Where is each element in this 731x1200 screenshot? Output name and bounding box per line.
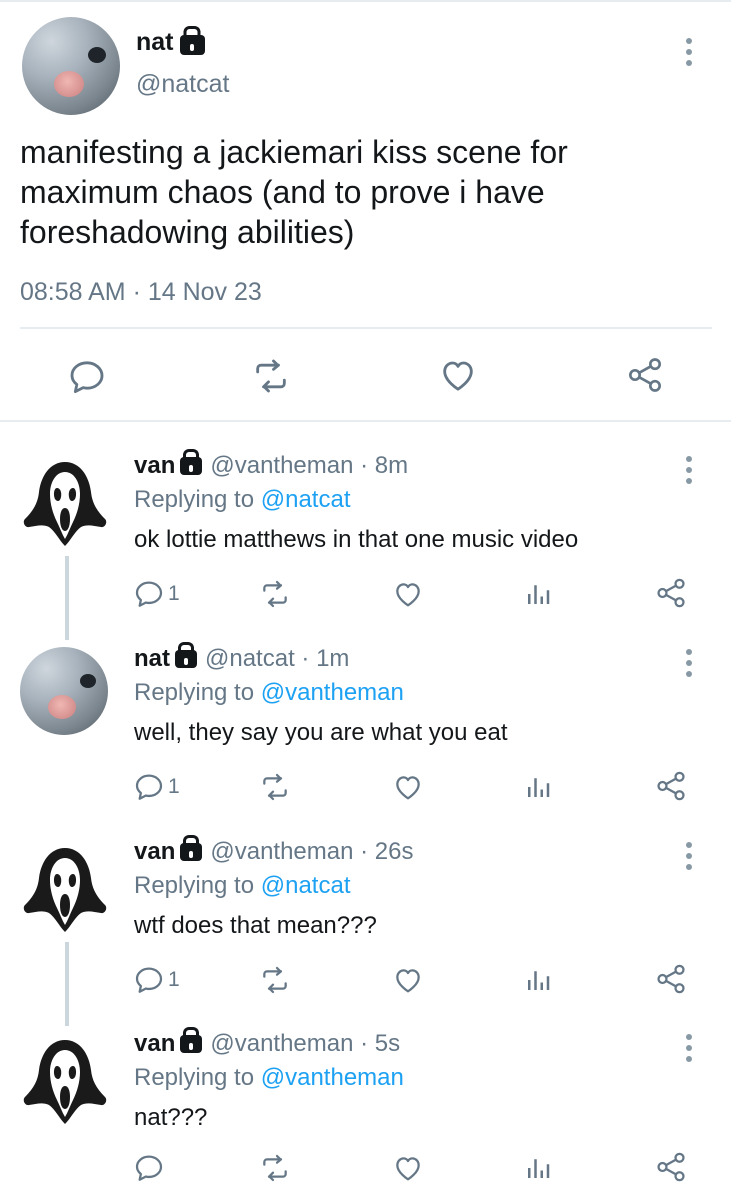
replying-to: Replying to @natcat [134,486,351,514]
lock-icon [179,35,205,56]
analytics-icon[interactable] [523,1152,553,1184]
mention-link[interactable]: @vantheman [261,679,404,706]
heart-icon[interactable] [391,578,425,610]
section-divider [0,420,731,422]
reply-header: van @vantheman · 26s [134,838,414,866]
reply-text: ok lottie matthews in that one music vid… [134,526,579,553]
mention-link[interactable]: @natcat [261,486,351,513]
author-handle-time[interactable]: @natcat · 1m [205,645,349,672]
avatar[interactable] [20,647,108,735]
thread-line [65,556,69,640]
lock-icon [180,457,203,475]
replying-label: Replying to [134,679,261,706]
lock-icon [180,1035,203,1053]
more-vertical-icon[interactable] [679,1034,699,1062]
more-vertical-icon[interactable] [679,38,699,66]
share-icon[interactable] [624,355,666,395]
lock-icon [175,650,197,668]
avatar[interactable] [22,1036,108,1128]
reply-count: 1 [168,775,180,798]
avatar-nose [48,695,76,719]
share-icon[interactable] [654,769,688,803]
replying-to: Replying to @natcat [134,872,351,900]
reply-header: van @vantheman · 8m [134,452,408,480]
retweet-icon[interactable] [258,964,292,996]
more-vertical-icon[interactable] [679,842,699,870]
retweet-icon[interactable] [258,771,292,803]
tweet-text: manifesting a jackiemari kiss scene for … [20,134,568,250]
heart-icon[interactable] [391,964,425,996]
author-name-text[interactable]: nat [136,28,174,56]
replying-label: Replying to [134,486,261,513]
share-icon[interactable] [654,576,688,610]
replying-to: Replying to @vantheman [134,679,404,707]
retweet-icon[interactable] [250,356,292,396]
author-handle-time[interactable]: @vantheman · 5s [210,1030,400,1057]
reply-text: wtf does that mean??? [134,912,377,939]
heart-icon[interactable] [391,771,425,803]
author-name[interactable]: van [134,1030,175,1057]
thread-line [65,942,69,1026]
analytics-icon[interactable] [523,964,553,996]
reply-tweet[interactable]: van @vantheman · 8m Replying to @natcat o… [0,440,731,640]
comment-icon[interactable] [132,578,166,610]
tweet-timestamp[interactable]: 08:58 AM · 14 Nov 23 [20,278,262,307]
avatar-nose [54,71,84,97]
avatar-eye [80,674,96,688]
mention-link[interactable]: @vantheman [261,1064,404,1091]
more-vertical-icon[interactable] [679,456,699,484]
divider [20,327,712,329]
share-icon[interactable] [654,1150,688,1184]
reply-tweet[interactable]: nat @natcat · 1m Replying to @vantheman w… [0,633,731,826]
reply-tweet[interactable]: van @vantheman · 26s Replying to @natcat … [0,826,731,1026]
reply-count: 1 [168,582,180,605]
retweet-icon[interactable] [258,578,292,610]
comment-icon[interactable] [132,1152,166,1184]
avatar[interactable] [22,844,108,936]
share-icon[interactable] [654,962,688,996]
avatar[interactable] [22,17,120,115]
main-tweet: nat @natcat manifesting a jackiemari kis… [0,0,731,422]
heart-icon[interactable] [391,1152,425,1184]
reply-header: van @vantheman · 5s [134,1030,400,1058]
mention-link[interactable]: @natcat [261,872,351,899]
retweet-icon[interactable] [258,1152,292,1184]
reply-header: nat @natcat · 1m [134,645,349,673]
author-name[interactable]: nat [136,28,205,57]
avatar-eye [88,47,106,63]
more-vertical-icon[interactable] [679,649,699,677]
replying-to: Replying to @vantheman [134,1064,404,1092]
author-name[interactable]: nat [134,645,170,672]
author-handle-time[interactable]: @vantheman · 26s [210,838,413,865]
author-name[interactable]: van [134,452,175,479]
analytics-icon[interactable] [523,771,553,803]
reply-count: 1 [168,968,180,991]
reply-text: well, they say you are what you eat [134,719,508,746]
analytics-icon[interactable] [523,578,553,610]
author-handle[interactable]: @natcat [136,70,229,99]
comment-icon[interactable] [66,357,108,397]
heart-icon[interactable] [437,355,479,395]
lock-icon [180,843,203,861]
author-handle-time[interactable]: @vantheman · 8m [210,452,408,479]
reply-text: nat??? [134,1104,208,1131]
author-name[interactable]: van [134,838,175,865]
replying-label: Replying to [134,1064,261,1091]
replying-label: Replying to [134,872,261,899]
comment-icon[interactable] [132,771,166,803]
comment-icon[interactable] [132,964,166,996]
reply-tweet[interactable]: van @vantheman · 5s Replying to @vanthema… [0,1018,731,1200]
avatar[interactable] [22,458,108,550]
